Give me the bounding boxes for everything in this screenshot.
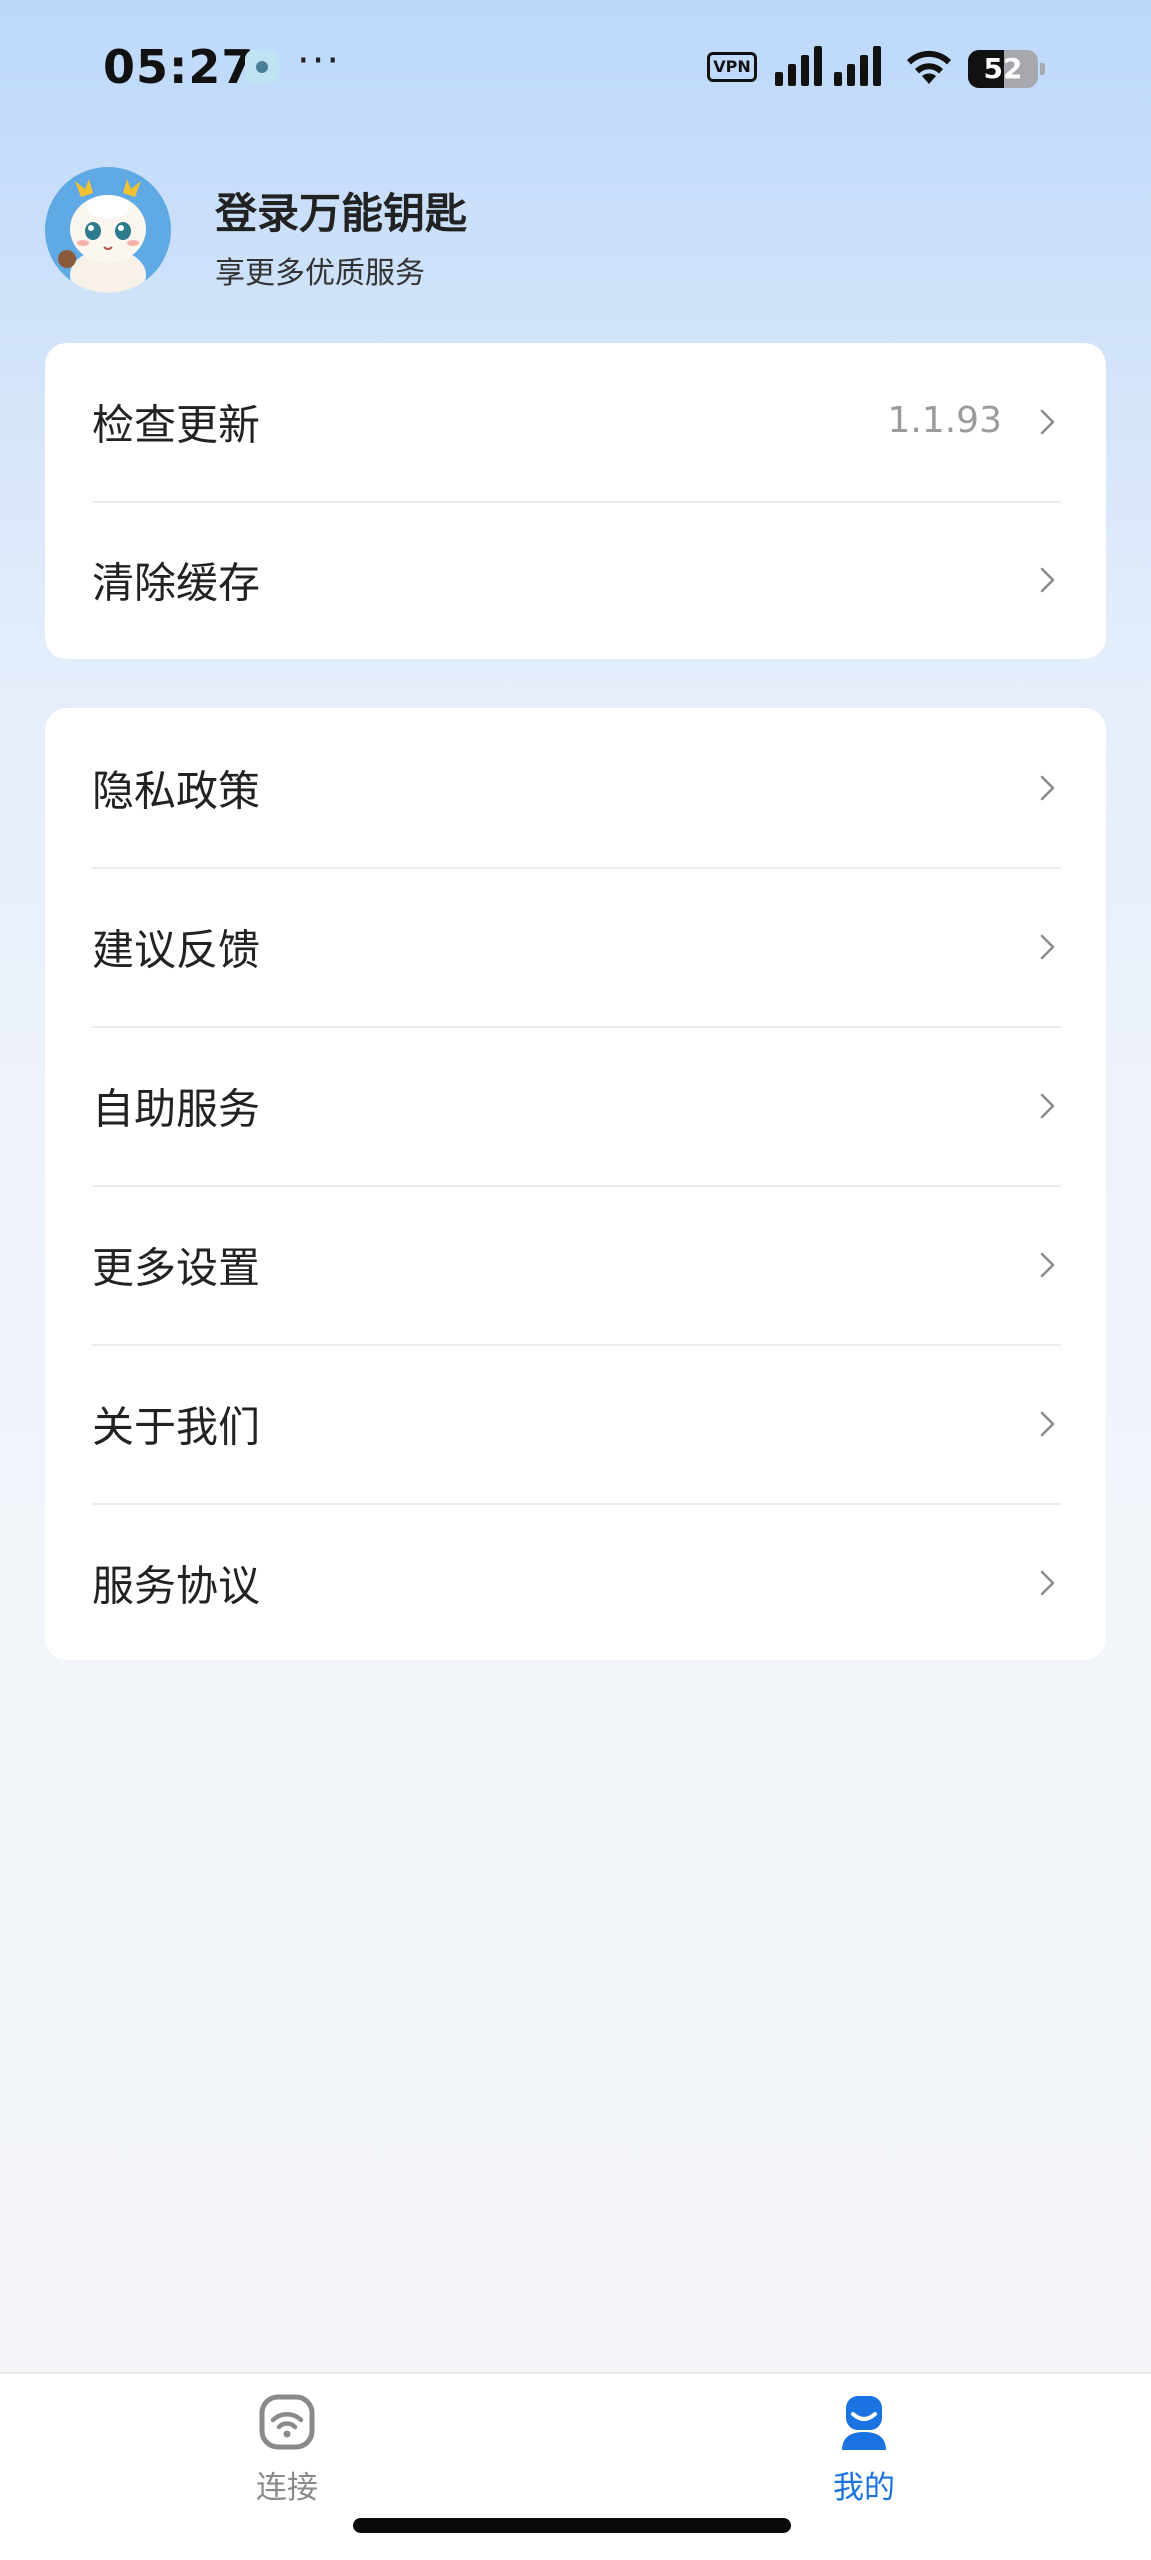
settings-card-secondary: 隐私政策 建议反馈 自助服务 更多设置 关于我们 服务协议	[45, 708, 1106, 1660]
notification-app-icon	[245, 50, 279, 84]
menu-item-more-settings[interactable]: 更多设置	[45, 1185, 1106, 1344]
login-subtitle: 享更多优质服务	[215, 256, 425, 291]
chevron-right-icon	[1040, 1093, 1055, 1118]
tab-mine[interactable]: 我的	[764, 2374, 964, 2524]
menu-item-self-service[interactable]: 自助服务	[45, 1026, 1106, 1185]
chevron-right-icon	[1040, 1411, 1055, 1436]
menu-item-service-agreement[interactable]: 服务协议	[45, 1503, 1106, 1660]
tab-connect-label: 连接	[256, 2470, 318, 2506]
status-bar: 05:27 ··· VPN 52	[0, 0, 1151, 140]
chevron-right-icon	[1040, 775, 1055, 800]
chevron-right-icon	[1040, 1252, 1055, 1277]
battery-tip	[1040, 63, 1045, 75]
menu-item-label: 清除缓存	[92, 558, 261, 608]
more-notifications-icon: ···	[297, 38, 342, 84]
avatar[interactable]	[45, 167, 171, 293]
menu-item-label: 隐私政策	[92, 766, 261, 815]
chevron-right-icon	[1040, 409, 1055, 435]
menu-item-check-update[interactable]: 检查更新 1.1.93	[45, 343, 1106, 501]
battery-percent: 52	[983, 52, 1023, 85]
menu-item-privacy-policy[interactable]: 隐私政策	[45, 708, 1106, 867]
vpn-icon: VPN	[707, 52, 757, 82]
login-title[interactable]: 登录万能钥匙	[215, 180, 467, 241]
chevron-right-icon	[1040, 567, 1055, 593]
menu-item-feedback[interactable]: 建议反馈	[45, 867, 1106, 1026]
signal-strength-icon	[775, 44, 827, 86]
menu-item-label: 建议反馈	[92, 925, 261, 974]
menu-item-clear-cache[interactable]: 清除缓存	[45, 501, 1106, 659]
menu-item-label: 关于我们	[92, 1402, 261, 1451]
home-indicator[interactable]	[353, 2518, 791, 2533]
status-time: 05:27	[103, 40, 255, 94]
chevron-right-icon	[1040, 934, 1055, 959]
tab-mine-label: 我的	[833, 2470, 895, 2506]
chevron-right-icon	[1040, 1570, 1055, 1595]
menu-item-about-us[interactable]: 关于我们	[45, 1344, 1106, 1503]
menu-item-label: 更多设置	[92, 1243, 261, 1292]
dragon-mascot-icon	[58, 179, 146, 293]
menu-item-label: 服务协议	[92, 1561, 261, 1610]
battery-icon: 52	[968, 50, 1038, 88]
wifi-icon	[907, 50, 951, 84]
tab-connect[interactable]: 连接	[187, 2374, 387, 2524]
settings-card-primary: 检查更新 1.1.93 清除缓存	[45, 343, 1106, 659]
version-value: 1.1.93	[887, 399, 1002, 441]
person-icon	[842, 2396, 886, 2450]
wifi-shield-icon	[259, 2394, 315, 2450]
menu-item-label: 检查更新	[92, 400, 261, 450]
signal-strength-2-icon	[834, 44, 886, 86]
menu-item-label: 自助服务	[92, 1084, 261, 1133]
